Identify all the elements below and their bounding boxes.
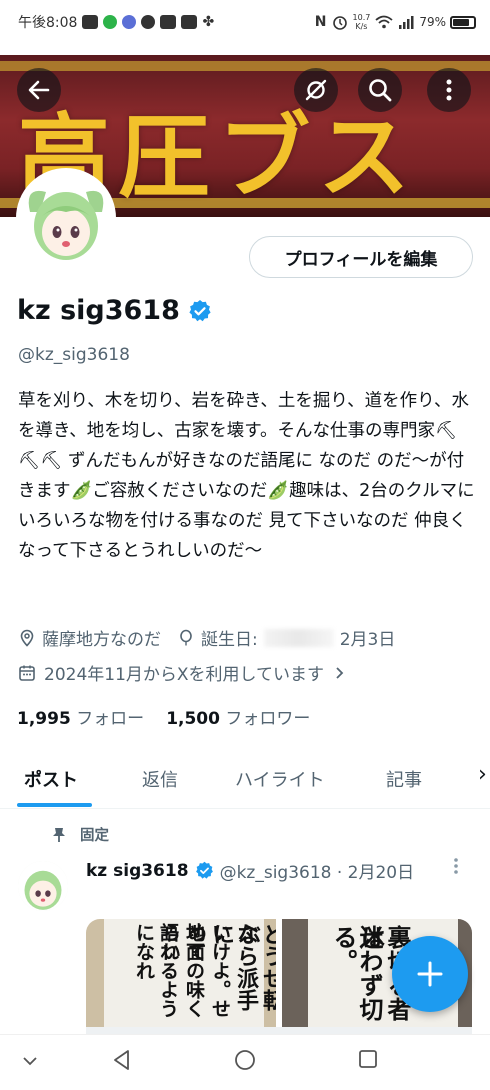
tab-highlights[interactable]: ハイライト	[235, 766, 325, 792]
verified-badge-icon[interactable]	[188, 299, 212, 323]
nav-recents-icon[interactable]	[358, 1049, 378, 1069]
dot-icon	[141, 15, 156, 29]
mushroom-icon	[122, 15, 137, 29]
profile-bio: 草を刈り、木を切り、岩を砕き、土を掘り、道を作り、水を導き、地を均し、古家を壊す…	[18, 391, 475, 561]
profile-joined: 2024年11月からXを利用しています	[44, 665, 325, 685]
pinned-label: 固定	[80, 828, 109, 844]
back-button[interactable]	[17, 68, 61, 112]
post-author-name[interactable]: kz sig3618	[86, 861, 189, 881]
profile-birthday-label: 誕生日:	[201, 630, 258, 650]
back-arrow-icon	[28, 80, 50, 100]
more-vert-icon	[454, 858, 458, 874]
birthday-redaction	[263, 628, 334, 647]
zundamon-avatar-small	[18, 861, 68, 911]
verified-badge-icon	[195, 861, 213, 879]
chevron-right-icon	[336, 666, 344, 679]
battery-indicator: 79%	[419, 15, 476, 29]
profile-handle: @kz_sig3618	[18, 345, 130, 365]
profile-joined-row[interactable]: 2024年11月からXを利用しています	[18, 660, 346, 685]
nav-back-icon[interactable]	[112, 1049, 132, 1071]
calendar-icon	[19, 665, 35, 681]
edit-profile-button[interactable]: プロフィールを編集	[249, 236, 473, 278]
following-link[interactable]: 1,995 フォロー	[17, 704, 144, 729]
alarm-icon	[332, 16, 347, 30]
post-image-row-2	[86, 1027, 472, 1034]
location-icon	[20, 629, 34, 647]
image2-line-2: 迷わず切る。	[329, 925, 384, 1021]
system-nav-bar	[0, 1034, 490, 1090]
compose-button[interactable]	[392, 936, 468, 1012]
followers-link[interactable]: 1,500 フォロワー	[166, 704, 310, 729]
more-button[interactable]	[427, 68, 471, 112]
profile-meta-row: 薩摩地方なのだ 誕生日: 2月3日	[18, 625, 395, 650]
pinned-indicator: 固定	[52, 824, 109, 845]
wifi-icon	[375, 15, 393, 29]
app-notification-icon	[82, 15, 99, 29]
more-vert-icon	[446, 79, 452, 101]
tab-posts[interactable]: ポスト	[24, 766, 78, 792]
alert-icon	[181, 15, 198, 29]
nav-home-icon[interactable]	[234, 1049, 256, 1071]
status-time: 午後8:08	[18, 15, 78, 31]
profile-birthday-value: 2月3日	[339, 630, 396, 650]
tab-articles[interactable]: 記事	[386, 766, 422, 792]
pin-icon	[53, 827, 65, 842]
battery-icon	[450, 15, 476, 29]
sync-icon	[103, 15, 118, 29]
post-avatar[interactable]	[18, 861, 68, 911]
net-speed: 10.7 K/s	[352, 13, 371, 31]
nfc-icon: N	[314, 14, 327, 30]
signal-icon	[399, 16, 414, 29]
tab-scroll-chevron[interactable]: ›	[478, 762, 487, 787]
search-icon	[369, 79, 392, 102]
active-tab-indicator	[17, 803, 92, 807]
profile-name: kz sig3618	[17, 295, 180, 326]
post-header: kz sig3618 @kz_sig3618 · 2月20日	[86, 858, 415, 884]
post-image-1[interactable]: どうせ転ぶ なら派手に いけよ。せめて 地面の味くらい 語れるようになれ	[86, 919, 276, 1027]
balloon-icon	[180, 629, 192, 645]
follow-stats: 1,995 フォロー 1,500 フォロワー	[17, 704, 310, 729]
profile-avatar[interactable]	[16, 168, 116, 268]
post-handle-date: @kz_sig3618 · 2月20日	[219, 863, 415, 883]
zundamon-avatar-image	[20, 172, 112, 264]
profile-tabs: ポスト 返信 ハイライト 記事 ›	[0, 752, 490, 809]
status-bar: 午後8:08 ✤ N 10.7 K/s 79%	[0, 0, 490, 44]
post-more-button[interactable]	[453, 856, 459, 881]
hide-icon	[305, 79, 327, 101]
profile-location: 薩摩地方なのだ	[42, 630, 161, 650]
compose-plus-icon	[417, 961, 443, 987]
search-button[interactable]	[358, 68, 402, 112]
fan-icon: ✤	[202, 14, 215, 30]
hide-button[interactable]	[294, 68, 338, 112]
image1-line-5: 語れるようになれ	[133, 923, 179, 1018]
profile-name-row: kz sig3618	[17, 295, 212, 326]
nav-down-icon[interactable]	[22, 1055, 38, 1067]
tab-replies[interactable]: 返信	[142, 766, 178, 792]
image-notification-icon	[160, 15, 177, 29]
